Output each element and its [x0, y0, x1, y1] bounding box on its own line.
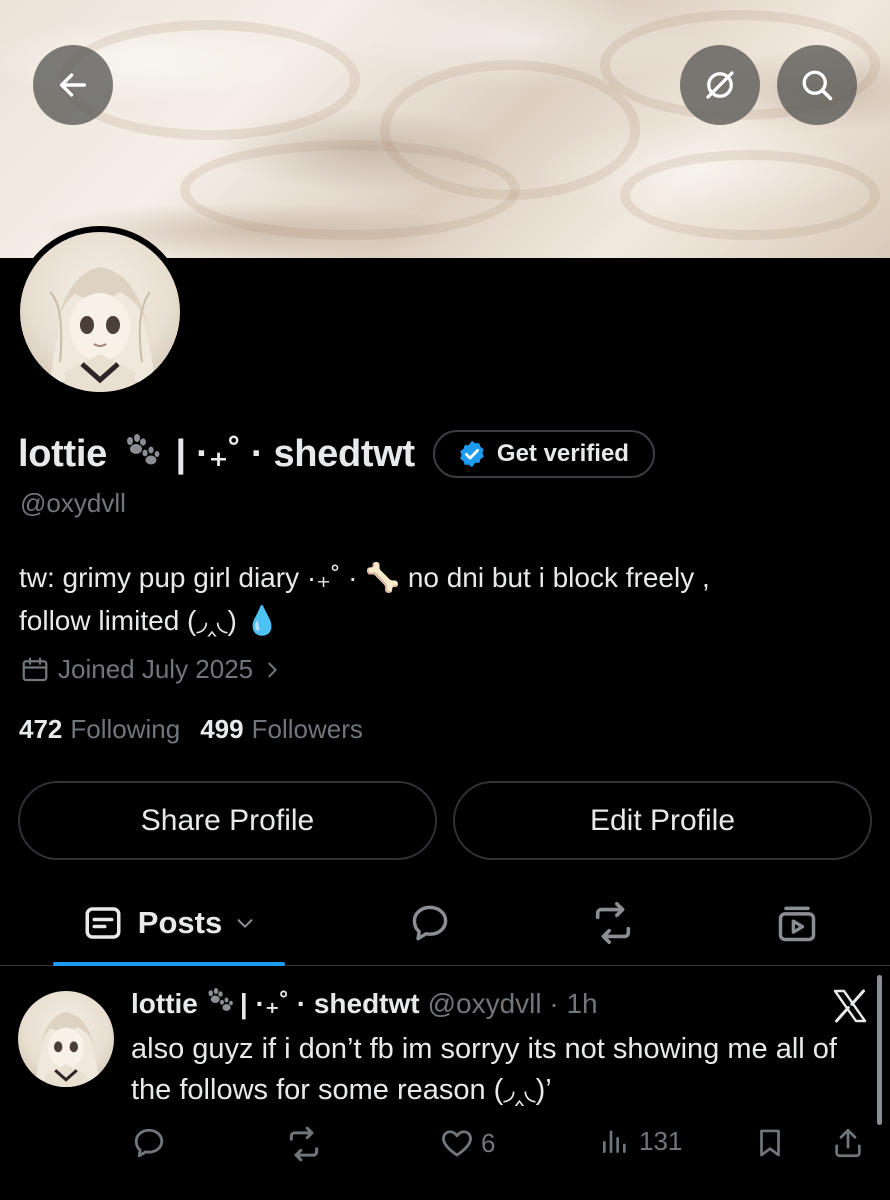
bio-line-1: tw: grimy pup girl diary ·₊˚ · 🦴 no dni … — [19, 562, 710, 593]
profile-name-row: lottie | ·₊˚ · shedtwt Get verified — [18, 430, 655, 478]
following-count: 472 — [19, 714, 63, 744]
bio-line-2: follow limited (◞‸◟) 💧 — [19, 605, 280, 636]
reply-icon — [134, 1128, 164, 1158]
paw-prints-icon — [121, 433, 161, 477]
video-stack-icon — [778, 906, 816, 942]
share-profile-label: Share Profile — [140, 803, 315, 837]
edit-profile-label: Edit Profile — [589, 803, 736, 837]
paw-prints-icon — [204, 987, 234, 1020]
post-actions: 6 131 — [131, 1125, 871, 1165]
view-count: 131 — [639, 1125, 683, 1156]
profile-bio: tw: grimy pup girl diary ·₊˚ · 🦴 no dni … — [19, 556, 869, 642]
tab-media[interactable] — [752, 880, 842, 966]
following-label: Following — [70, 714, 181, 744]
repost-icon — [289, 1126, 319, 1162]
tab-posts[interactable]: Posts — [53, 880, 285, 966]
post-handle-time: @oxydvll · 1h — [427, 987, 598, 1019]
tab-posts-label: Posts — [137, 905, 223, 940]
grok-button[interactable] — [680, 45, 760, 125]
post-header: lottie | ·₊˚ · shedtwt @oxydvll · 1h — [131, 987, 598, 1020]
search-icon — [802, 70, 833, 101]
like-button[interactable]: 6 — [439, 1125, 495, 1161]
share-button[interactable] — [831, 1125, 865, 1161]
repost-button[interactable] — [285, 1125, 323, 1163]
joined-date[interactable]: Joined July 2025 — [20, 654, 283, 685]
display-name: lottie | ·₊˚ · shedtwt — [18, 431, 415, 478]
followers-count: 499 — [200, 714, 244, 744]
joined-text: Joined July 2025 — [58, 654, 254, 684]
scrollbar[interactable] — [877, 975, 882, 1125]
verified-badge-icon — [460, 440, 484, 468]
edit-profile-button[interactable]: Edit Profile — [453, 781, 872, 860]
chevron-down-icon — [237, 919, 253, 928]
active-tab-indicator — [53, 962, 285, 966]
follow-stats: 472 Following 499 Followers — [19, 714, 383, 745]
following-stat[interactable]: 472 Following — [19, 714, 180, 745]
get-verified-button[interactable]: Get verified — [432, 430, 655, 478]
post-author-decoration: | ·₊˚ · shedtwt — [239, 988, 420, 1019]
search-button[interactable] — [777, 45, 857, 125]
bookmark-icon — [760, 1129, 780, 1157]
display-name-text: lottie — [18, 432, 107, 475]
repost-icon — [595, 902, 631, 944]
post-item[interactable]: lottie | ·₊˚ · shedtwt @oxydvll · 1h als… — [0, 967, 890, 1200]
reply-button[interactable] — [131, 1125, 167, 1161]
bookmark-button[interactable] — [753, 1125, 787, 1161]
get-verified-label: Get verified — [496, 440, 629, 467]
post-avatar[interactable] — [18, 991, 114, 1087]
avatar-image — [20, 232, 180, 392]
views-bar-chart-icon — [603, 1130, 626, 1153]
share-profile-button[interactable]: Share Profile — [18, 781, 437, 860]
tab-replies[interactable] — [385, 880, 475, 966]
profile-banner[interactable] — [0, 0, 890, 258]
display-name-decoration: | ·₊˚ · shedtwt — [175, 432, 416, 475]
x-logo-icon — [832, 989, 868, 1028]
calendar-icon — [22, 657, 48, 681]
share-icon — [835, 1128, 861, 1158]
profile-handle: @oxydvll — [20, 488, 126, 518]
arrow-left-icon — [59, 73, 87, 97]
tab-reposts[interactable] — [568, 880, 658, 966]
post-author-name[interactable]: lottie — [131, 988, 198, 1020]
like-count: 6 — [481, 1127, 496, 1158]
post-text: also guyz if i don’t fb im sorryy its no… — [131, 1033, 837, 1106]
followers-stat[interactable]: 499 Followers — [200, 714, 363, 745]
back-button[interactable] — [33, 45, 113, 125]
chevron-right-icon — [268, 662, 277, 677]
chat-bubble-icon — [412, 905, 448, 941]
followers-label: Followers — [251, 714, 363, 744]
profile-tabs: Posts — [0, 880, 890, 966]
views-button[interactable]: 131 — [599, 1125, 682, 1157]
heart-icon — [442, 1130, 472, 1157]
avatar[interactable] — [14, 226, 186, 398]
grok-icon — [706, 71, 734, 99]
posts-icon — [85, 907, 121, 939]
